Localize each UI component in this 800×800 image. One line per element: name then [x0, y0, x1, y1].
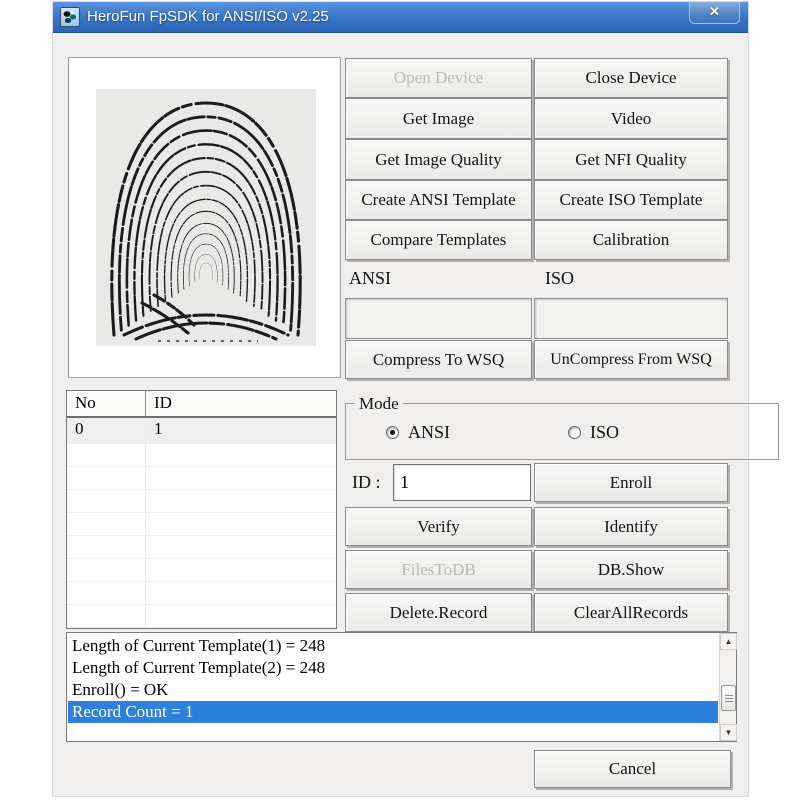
cell-id: 1 [146, 418, 336, 444]
delete-record-button[interactable]: Delete.Record [345, 593, 532, 632]
identify-button[interactable]: Identify [534, 507, 728, 546]
app-window: HeroFun FpSDK for ANSI/ISO v2.25 ✕ [53, 2, 748, 796]
table-row[interactable]: 0 1 [67, 418, 336, 444]
radio-iso-label: ISO [590, 422, 619, 443]
mode-groupbox: Mode ANSI ISO [345, 403, 779, 460]
column-header-no[interactable]: No [67, 391, 146, 416]
ansi-field-label: ANSI [349, 268, 391, 289]
video-button[interactable]: Video [534, 98, 728, 139]
clear-all-records-button[interactable]: ClearAllRecords [534, 593, 728, 632]
scrollbar-grip-icon [725, 695, 733, 702]
close-button[interactable]: ✕ [689, 2, 740, 24]
app-logo-icon [60, 7, 80, 27]
scrollbar-thumb[interactable] [721, 685, 736, 711]
id-label: ID : [352, 472, 381, 493]
radio-iso-dot[interactable] [568, 426, 581, 439]
table-row-empty [67, 490, 336, 513]
log-scrollbar[interactable]: ▲ ▼ [719, 633, 736, 741]
log-line[interactable]: Record Count = 1 [68, 701, 718, 723]
compare-templates-button[interactable]: Compare Templates [345, 220, 532, 260]
page: HeroFun FpSDK for ANSI/ISO v2.25 ✕ [0, 0, 800, 800]
scroll-down-icon[interactable]: ▼ [720, 724, 737, 741]
ansi-template-field[interactable] [345, 298, 532, 339]
fingerprint-preview-panel [68, 57, 341, 378]
radio-iso[interactable]: ISO [568, 422, 619, 443]
log-line[interactable]: Length of Current Template(2) = 248 [68, 657, 718, 679]
table-row-empty [67, 605, 336, 628]
uncompress-from-wsq-button[interactable]: UnCompress From WSQ [534, 340, 728, 379]
get-image-quality-button[interactable]: Get Image Quality [345, 139, 532, 180]
close-device-button[interactable]: Close Device [534, 58, 728, 98]
table-row-empty [67, 467, 336, 490]
records-table-header: No ID [67, 391, 336, 418]
files-to-db-button[interactable]: FilesToDB [345, 550, 532, 589]
db-show-button[interactable]: DB.Show [534, 550, 728, 589]
table-row-empty [67, 559, 336, 582]
verify-button[interactable]: Verify [345, 507, 532, 546]
title-bar: HeroFun FpSDK for ANSI/ISO v2.25 ✕ [53, 2, 748, 33]
records-table: No ID 0 1 [66, 390, 337, 629]
create-iso-template-button[interactable]: Create ISO Template [534, 180, 728, 220]
get-nfi-quality-button[interactable]: Get NFI Quality [534, 139, 728, 180]
fingerprint-image [96, 89, 316, 346]
cell-no: 0 [67, 418, 146, 444]
table-row-empty [67, 513, 336, 536]
column-header-id[interactable]: ID [146, 391, 336, 416]
radio-ansi[interactable]: ANSI [386, 422, 450, 443]
log-listbox: Length of Current Template(1) = 248 Leng… [66, 632, 737, 742]
radio-ansi-dot[interactable] [386, 426, 399, 439]
enroll-button[interactable]: Enroll [534, 463, 728, 502]
table-row-empty [67, 582, 336, 605]
create-ansi-template-button[interactable]: Create ANSI Template [345, 180, 532, 220]
log-line[interactable]: Enroll() = OK [68, 679, 718, 701]
calibration-button[interactable]: Calibration [534, 220, 728, 260]
id-input[interactable] [393, 464, 531, 501]
get-image-button[interactable]: Get Image [345, 98, 532, 139]
table-row-empty [67, 444, 336, 467]
open-device-button[interactable]: Open Device [345, 58, 532, 98]
iso-template-field[interactable] [534, 298, 728, 339]
log-line[interactable]: Length of Current Template(1) = 248 [68, 635, 718, 657]
cancel-button[interactable]: Cancel [534, 750, 731, 788]
compress-to-wsq-button[interactable]: Compress To WSQ [345, 340, 532, 379]
scroll-up-icon[interactable]: ▲ [720, 633, 737, 650]
iso-field-label: ISO [545, 268, 574, 289]
window-title: HeroFun FpSDK for ANSI/ISO v2.25 [87, 8, 329, 25]
table-row-empty [67, 536, 336, 559]
radio-ansi-label: ANSI [408, 422, 450, 443]
